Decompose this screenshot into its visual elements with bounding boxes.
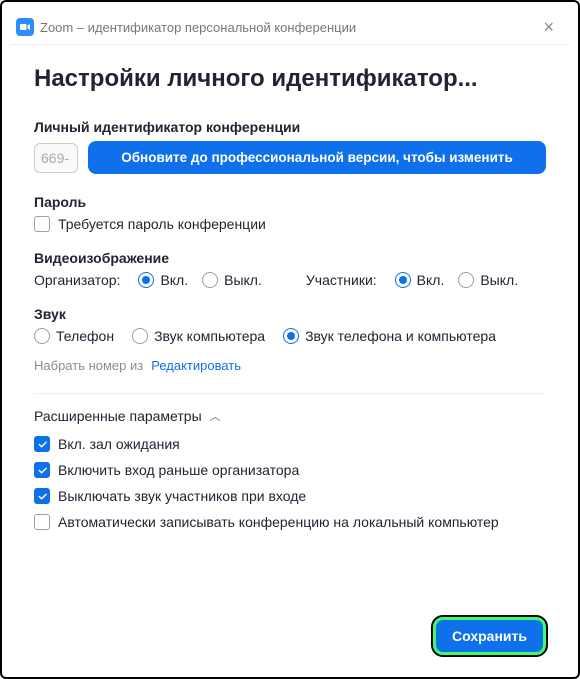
video-participants-group: Вкл. Выкл. bbox=[395, 272, 518, 288]
close-icon[interactable]: × bbox=[537, 16, 560, 38]
advanced-checkbox-0[interactable] bbox=[34, 436, 50, 452]
save-button[interactable]: Сохранить bbox=[433, 617, 546, 655]
password-label: Пароль bbox=[34, 194, 546, 210]
titlebar: Zoom – идентификатор персональной конфер… bbox=[10, 10, 570, 45]
pmi-input bbox=[34, 143, 78, 173]
advanced-toggle[interactable]: Расширенные параметры ︿ bbox=[34, 393, 546, 424]
video-host-on-label: Вкл. bbox=[160, 272, 188, 288]
page-title: Настройки личного идентификатор... bbox=[34, 65, 546, 93]
advanced-item-label: Выключать звук участников при входе bbox=[58, 488, 306, 504]
audio-telephone-radio[interactable] bbox=[34, 328, 50, 344]
zoom-app-icon bbox=[16, 18, 34, 36]
video-host-off-radio[interactable] bbox=[202, 272, 218, 288]
upgrade-button[interactable]: Обновите до профессиональной версии, что… bbox=[88, 141, 546, 174]
video-host-label: Организатор: bbox=[34, 272, 120, 288]
video-host-group: Вкл. Выкл. bbox=[138, 272, 261, 288]
advanced-checkbox-1[interactable] bbox=[34, 462, 50, 478]
audio-telephone-label: Телефон bbox=[56, 328, 114, 344]
advanced-checkbox-2[interactable] bbox=[34, 488, 50, 504]
audio-both-radio[interactable] bbox=[283, 328, 299, 344]
require-password-label: Требуется пароль конференции bbox=[58, 216, 266, 232]
video-label: Видеоизображение bbox=[34, 250, 546, 266]
pmi-label: Личный идентификатор конференции bbox=[34, 119, 546, 135]
dial-from-label: Набрать номер из bbox=[34, 358, 143, 373]
window-title: Zoom – идентификатор персональной конфер… bbox=[40, 20, 537, 35]
require-password-checkbox[interactable] bbox=[34, 216, 50, 232]
advanced-label: Расширенные параметры bbox=[34, 408, 202, 424]
video-host-on-radio[interactable] bbox=[138, 272, 154, 288]
advanced-item-label: Вкл. зал ожидания bbox=[58, 436, 180, 452]
dial-edit-link[interactable]: Редактировать bbox=[151, 358, 241, 373]
audio-both-label: Звук телефона и компьютера bbox=[305, 328, 496, 344]
advanced-options-list: Вкл. зал ожидания Включить вход раньше ор… bbox=[34, 436, 546, 540]
audio-label: Звук bbox=[34, 306, 546, 322]
video-participants-on-label: Вкл. bbox=[417, 272, 445, 288]
advanced-item-label: Автоматически записывать конференцию на … bbox=[58, 514, 499, 530]
video-participants-off-radio[interactable] bbox=[458, 272, 474, 288]
advanced-checkbox-3[interactable] bbox=[34, 514, 50, 530]
video-host-off-label: Выкл. bbox=[224, 272, 262, 288]
advanced-item-label: Включить вход раньше организатора bbox=[58, 462, 299, 478]
video-participants-on-radio[interactable] bbox=[395, 272, 411, 288]
video-participants-label: Участники: bbox=[306, 272, 377, 288]
audio-computer-radio[interactable] bbox=[132, 328, 148, 344]
audio-computer-label: Звук компьютера bbox=[154, 328, 265, 344]
chevron-up-icon: ︿ bbox=[210, 408, 221, 424]
video-participants-off-label: Выкл. bbox=[480, 272, 518, 288]
